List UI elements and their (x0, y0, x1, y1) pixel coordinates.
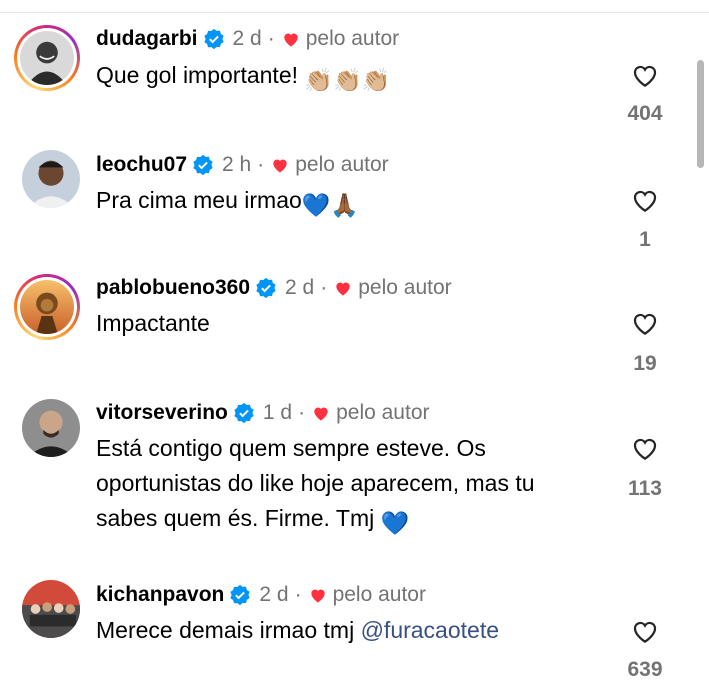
avatar-image (20, 280, 74, 334)
separator: · (257, 153, 265, 176)
comment-meta: vitorseverino 1 d · pelo autor (96, 398, 430, 428)
verified-badge-icon (203, 28, 224, 50)
scrollbar[interactable] (697, 60, 704, 168)
heart-outline-icon (633, 313, 657, 335)
blue-heart-emoji: 💙 (380, 510, 410, 536)
liked-by-author-label: pelo autor (358, 276, 452, 299)
avatar-image (22, 580, 80, 638)
avatar[interactable] (14, 25, 80, 91)
like-count: 19 (633, 352, 657, 375)
separator: · (298, 401, 306, 424)
comment-text-content: Que gol importante! (96, 62, 299, 88)
comment-meta: dudagarbi 2 d · pelo autor (96, 24, 399, 54)
comment-time: 2 d (285, 276, 315, 299)
comment-text: Está contigo quem sempre esteve. Os opor… (96, 431, 616, 541)
verified-badge-icon (256, 277, 276, 299)
comment-time: 2 d (232, 27, 262, 50)
avatar[interactable] (22, 580, 80, 638)
heart-outline-icon (633, 621, 657, 643)
avatar[interactable] (22, 399, 80, 457)
like-button[interactable] (615, 60, 675, 90)
comment-meta: kichanpavon 2 d · pelo autor (96, 580, 426, 610)
like-button[interactable] (615, 308, 675, 338)
red-heart-icon (273, 159, 287, 173)
liked-by-author-label: pelo autor (336, 401, 430, 424)
clapping-hands-emoji: 👏🏼👏🏼👏🏼 (304, 67, 391, 93)
top-divider (0, 12, 709, 13)
comment-text: Que gol importante! 👏🏼👏🏼👏🏼 (96, 58, 616, 98)
avatar[interactable] (14, 274, 80, 340)
comment-time: 1 d (262, 401, 293, 424)
comment-time: 2 d (259, 583, 289, 606)
heart-outline-icon (633, 65, 657, 87)
comment-text-line: Está contigo quem sempre esteve. Os (96, 435, 486, 461)
separator: · (267, 27, 275, 50)
verified-badge-icon (193, 154, 213, 176)
avatar[interactable] (22, 150, 80, 208)
username[interactable]: pablobueno360 (96, 276, 250, 300)
avatar-image (20, 31, 74, 85)
separator: · (294, 583, 302, 606)
verified-badge-icon (230, 584, 250, 606)
red-heart-icon (336, 282, 350, 296)
liked-by-author-label: pelo autor (305, 27, 400, 50)
heart-and-praying-hands-emoji: 💙🙏🏾 (301, 192, 360, 218)
red-heart-icon (284, 33, 298, 47)
heart-outline-icon (633, 190, 657, 212)
avatar-image (22, 150, 80, 208)
username[interactable]: kichanpavon (96, 583, 224, 607)
comment-meta: pablobueno360 2 d · pelo autor (96, 273, 452, 303)
liked-by-author-label: pelo autor (295, 153, 389, 176)
comment-text: Merece demais irmao tmj @furacaotete (96, 613, 616, 648)
comment-time: 2 h (222, 153, 252, 176)
like-button[interactable] (615, 616, 675, 646)
comment-text-content: Pra cima meu irmao (96, 187, 302, 213)
mention-link[interactable]: @furacaotete (361, 617, 499, 643)
red-heart-icon (310, 589, 325, 603)
like-count: 404 (627, 102, 663, 125)
comment-text-content: Merece demais irmao tmj (96, 617, 355, 643)
avatar-image (22, 399, 80, 457)
like-button[interactable] (615, 185, 675, 215)
like-count: 1 (639, 228, 651, 251)
comment-text-content: Impactante (96, 310, 210, 336)
comment-text: Impactante (96, 306, 616, 341)
username[interactable]: dudagarbi (96, 27, 198, 51)
red-heart-icon (314, 407, 328, 421)
like-count: 113 (628, 477, 662, 500)
separator: · (320, 276, 328, 299)
comment-text-line: oportunistas do like hoje aparecem, mas … (96, 470, 535, 496)
like-count: 639 (627, 658, 663, 681)
verified-badge-icon (234, 402, 254, 424)
heart-outline-icon (633, 438, 657, 460)
comment-text-content: sabes quem és. Firme. Tmj (96, 505, 375, 531)
comment-meta: leochu07 2 h · pelo autor (96, 150, 389, 180)
username[interactable]: vitorseverino (96, 401, 228, 425)
username[interactable]: leochu07 (96, 153, 187, 177)
liked-by-author-label: pelo autor (332, 583, 426, 606)
comment-text-line-last: sabes quem és. Firme. Tmj 💙 (96, 501, 616, 541)
like-button[interactable] (615, 433, 675, 463)
comment-text: Pra cima meu irmao💙🙏🏾 (96, 183, 616, 223)
